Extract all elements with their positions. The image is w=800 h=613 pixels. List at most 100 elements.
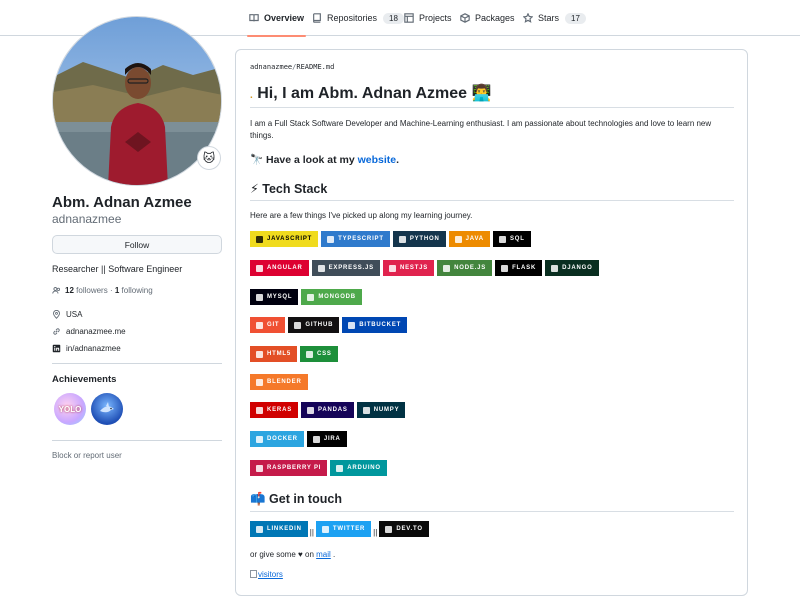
html5-logo-icon (256, 350, 263, 358)
visitors-line: visitors (250, 569, 734, 581)
mongodb-badge[interactable]: MONGODB (301, 289, 362, 305)
website-heading-link[interactable]: website (358, 154, 397, 166)
badge-label: JIRA (323, 436, 341, 442)
dev-to-badge[interactable]: DEV.TO (379, 521, 429, 537)
node-js-badge[interactable]: NODE.JS (437, 260, 493, 276)
table-icon (404, 13, 414, 23)
readme-path: adnanazmee/README.md (250, 63, 334, 71)
twitter-badge[interactable]: TWITTER (315, 521, 372, 537)
tech-badge-row: GIT GITHUB BITBUCKET (250, 317, 408, 333)
status-badge[interactable]: 🐱 (197, 146, 221, 170)
tech-badge-row: JAVASCRIPT TYPESCRIPT PYTHON JAVA SQL (250, 231, 531, 247)
tab-overview[interactable]: Overview (246, 0, 307, 37)
badge-label: BLENDER (267, 379, 302, 385)
badge-label: PYTHON (409, 236, 440, 242)
badge-label: HTML5 (267, 351, 291, 357)
mail-line: or give some ♥ on mail . (250, 549, 734, 561)
contact-badge-row: LINKEDIN || TWITTER || DEV.TO (250, 521, 429, 537)
followers-label: followers (76, 286, 108, 295)
tab-label: Repositories (327, 13, 378, 23)
pandas-logo-icon (307, 406, 315, 414)
tech-stack-intro: Here are a few things I've picked up alo… (250, 211, 473, 220)
badge-label: ARDUINO (347, 465, 381, 471)
raspberry-pi-logo-icon (256, 464, 263, 472)
typescript-badge[interactable]: TYPESCRIPT (321, 231, 390, 247)
badge-label: NODE.JS (454, 265, 487, 271)
badge-label: DEV.TO (396, 526, 423, 532)
git-logo-icon (256, 321, 263, 329)
readme-path-user[interactable]: adnanazmee (250, 63, 292, 71)
sql-badge[interactable]: SQL (492, 231, 531, 247)
pandas-badge[interactable]: PANDAS (301, 402, 354, 418)
python-logo-icon (398, 235, 406, 243)
python-badge[interactable]: PYTHON (392, 231, 446, 247)
shark-icon (100, 402, 114, 413)
website-item[interactable]: adnanazmee.me (52, 327, 126, 336)
flask-logo-icon (501, 264, 509, 272)
linkedin-badge[interactable]: LINKEDIN (250, 521, 308, 537)
raspberry-pi-badge[interactable]: RASPBERRY PI (250, 460, 328, 476)
nestjs-badge[interactable]: NESTJS (382, 260, 435, 276)
git-badge[interactable]: GIT (250, 317, 286, 333)
tab-repositories[interactable]: Repositories 18 (312, 0, 404, 36)
tab-packages[interactable]: Packages (460, 0, 515, 36)
block-report-link[interactable]: Block or report user (52, 451, 122, 460)
css-badge[interactable]: CSS (300, 346, 338, 362)
keras-badge[interactable]: KERAS (250, 402, 299, 418)
jira-badge[interactable]: JIRA (306, 431, 347, 447)
bitbucket-badge[interactable]: BITBUCKET (342, 317, 408, 333)
django-badge[interactable]: DJANGO (545, 260, 599, 276)
badge-label: EXPRESS.JS (328, 265, 374, 271)
contact-separator: || (373, 528, 378, 537)
arduino-badge[interactable]: ARDUINO (330, 460, 387, 476)
follow-button[interactable]: Follow (52, 235, 222, 254)
linkedin-item[interactable]: in/adnanazmee (52, 344, 121, 353)
following-label: following (121, 286, 153, 295)
location-icon (53, 310, 60, 319)
mail-suffix: . (330, 550, 336, 559)
linkedin-link[interactable]: in/adnanazmee (66, 344, 121, 353)
visitors-image-link[interactable]: visitors (258, 570, 283, 579)
website-link[interactable]: adnanazmee.me (66, 327, 126, 336)
tech-badge-row: HTML5 CSS (250, 346, 338, 362)
following-count: 1 (114, 286, 120, 295)
achievements-title: Achievements (52, 374, 117, 385)
mysql-badge[interactable]: MYSQL (250, 289, 299, 305)
profile-bio: Researcher || Software Engineer (52, 264, 183, 274)
badge-label: RASPBERRY PI (267, 465, 322, 471)
sql-logo-icon (498, 235, 506, 243)
linkedin-logo-icon (256, 525, 263, 533)
tab-projects[interactable]: Projects (404, 0, 452, 36)
express-js-badge[interactable]: EXPRESS.JS (311, 260, 380, 276)
location-item: USA (52, 310, 82, 319)
tech-badge-row: BLENDER (250, 374, 308, 390)
java-logo-icon (454, 235, 462, 243)
contact-heading: 📫 Get in touch (250, 492, 342, 506)
tab-stars[interactable]: Stars 17 (523, 0, 586, 36)
docker-badge[interactable]: DOCKER (250, 431, 304, 447)
people-icon (52, 287, 60, 294)
profile-username: adnanazmee (52, 212, 122, 226)
mail-link[interactable]: mail (316, 550, 331, 559)
numpy-logo-icon (362, 406, 370, 414)
pull-shark-achievement-badge[interactable] (91, 393, 123, 425)
tab-label: Stars (538, 13, 560, 23)
contact-separator: || (309, 528, 314, 537)
blender-badge[interactable]: BLENDER (250, 374, 308, 390)
flask-badge[interactable]: FLASK (495, 260, 543, 276)
repositories-counter: 18 (383, 12, 404, 24)
html5-badge[interactable]: HTML5 (250, 346, 297, 362)
tab-label: Projects (419, 13, 452, 23)
express-js-logo-icon (317, 264, 325, 272)
java-badge[interactable]: JAVA (448, 231, 490, 247)
yolo-achievement-badge[interactable]: YOLO (54, 393, 86, 425)
badge-label: ANGULAR (267, 265, 303, 271)
badge-label: CSS (317, 351, 332, 357)
javascript-badge[interactable]: JAVASCRIPT (250, 231, 319, 247)
numpy-badge[interactable]: NUMPY (356, 402, 406, 418)
angular-badge[interactable]: ANGULAR (250, 260, 309, 276)
badge-label: GITHUB (305, 322, 334, 328)
followers-link[interactable]: 12 followers (65, 286, 108, 295)
github-badge[interactable]: GITHUB (288, 317, 340, 333)
following-link[interactable]: 1 following (115, 286, 153, 295)
